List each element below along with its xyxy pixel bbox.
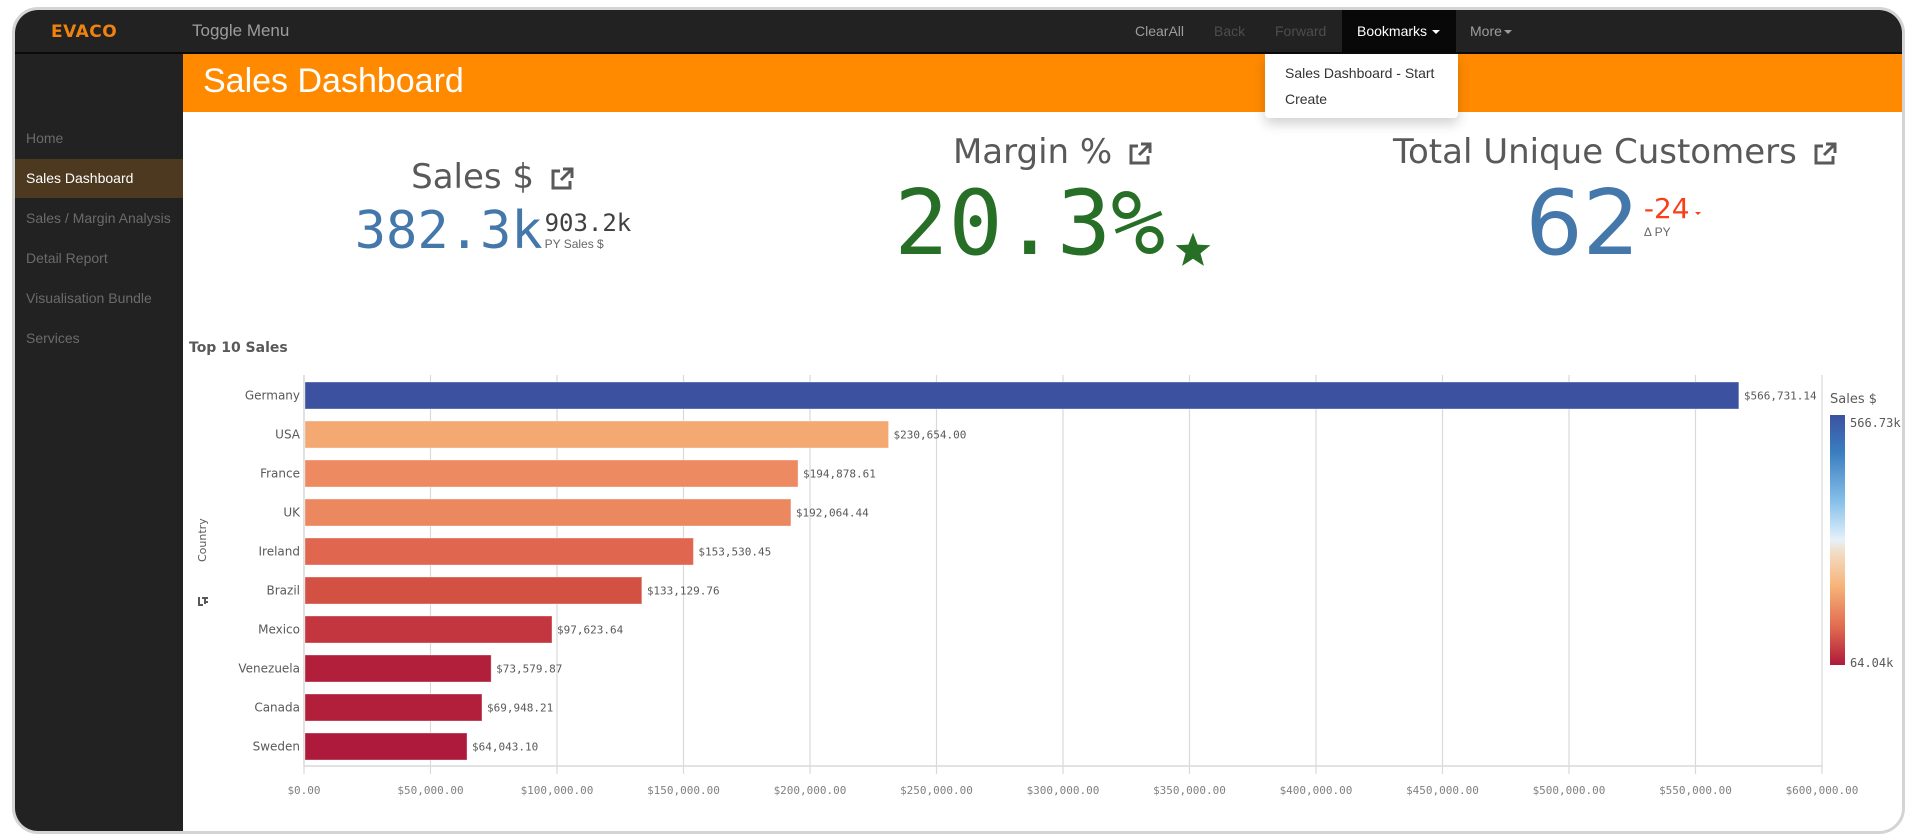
- clear-all-button[interactable]: ClearAll: [1135, 10, 1184, 52]
- kpi-unique-customers[interactable]: Total Unique Customers 62 -24 Δ PY: [1393, 132, 1837, 276]
- bar-germany[interactable]: [304, 381, 1740, 410]
- sidebar-item-detail-report[interactable]: Detail Report: [15, 239, 183, 278]
- star-icon: [1175, 232, 1211, 266]
- chart-title: Top 10 Sales: [189, 340, 288, 356]
- more-menu-button[interactable]: More: [1470, 10, 1512, 52]
- external-link-icon[interactable]: [1812, 141, 1838, 167]
- bar-usa[interactable]: [304, 420, 890, 449]
- kpi-customers-value: 62: [1525, 171, 1640, 276]
- external-link-icon[interactable]: [1127, 141, 1153, 167]
- kpi-sales-value: 382.3k: [354, 201, 543, 261]
- back-label: Back: [1214, 23, 1246, 39]
- kpi-margin-values: 20.3%: [883, 172, 1223, 276]
- clear-all-label: ClearAll: [1135, 23, 1185, 39]
- back-button[interactable]: Back: [1214, 10, 1245, 52]
- sidebar: Home Sales Dashboard Sales / Margin Anal…: [15, 54, 183, 831]
- kpi-margin[interactable]: Margin % 20.3%: [883, 132, 1223, 276]
- kpi-sales-title-text: Sales $: [411, 157, 535, 197]
- sidebar-item-sales-dashboard[interactable]: Sales Dashboard: [15, 159, 183, 198]
- sidebar-item-sales-margin-analysis[interactable]: Sales / Margin Analysis: [15, 199, 183, 238]
- toggle-menu-button[interactable]: Toggle Menu: [192, 21, 289, 41]
- bookmarks-menu-button[interactable]: Bookmarks: [1342, 10, 1456, 52]
- sidebar-item-visualisation-bundle[interactable]: Visualisation Bundle: [15, 279, 183, 318]
- more-label: More: [1470, 23, 1502, 39]
- kpi-customers-title-text: Total Unique Customers: [1393, 132, 1797, 172]
- trend-down-icon: [1694, 212, 1701, 215]
- evaco-logo[interactable]: EVACO: [51, 22, 117, 42]
- forward-label: Forward: [1275, 23, 1327, 39]
- kpi-margin-title: Margin %: [883, 132, 1223, 172]
- sidebar-item-home[interactable]: Home: [15, 119, 183, 158]
- bar-sweden[interactable]: [304, 732, 468, 761]
- kpi-customers-values: 62 -24 Δ PY: [1393, 172, 1833, 276]
- kpi-customers-title: Total Unique Customers: [1393, 132, 1837, 172]
- kpi-sales-secondary: 903.2k PY Sales $: [545, 209, 632, 251]
- kpi-sales[interactable]: Sales $ 382.3k 903.2k PY Sales $: [333, 157, 653, 261]
- bar-france[interactable]: [304, 459, 799, 488]
- kpi-customers-delta-label: Δ PY: [1643, 225, 1671, 239]
- external-link-icon[interactable]: [549, 166, 575, 192]
- bar-uk[interactable]: [304, 498, 792, 527]
- kpi-margin-title-text: Margin %: [952, 132, 1113, 172]
- kpi-margin-value: 20.3%: [894, 171, 1166, 276]
- bar-canada[interactable]: [304, 693, 483, 722]
- kpi-sales-title: Sales $: [333, 157, 653, 197]
- kpi-sales-py-label: PY Sales $: [544, 237, 604, 251]
- kpi-sales-values: 382.3k 903.2k PY Sales $: [333, 201, 653, 261]
- page-title-bar: Sales Dashboard: [183, 54, 1902, 112]
- sidebar-item-services[interactable]: Services: [15, 319, 183, 358]
- page-title: Sales Dashboard: [203, 62, 464, 100]
- bar-mexico[interactable]: [304, 615, 553, 644]
- bar-ireland[interactable]: [304, 537, 694, 566]
- bookmark-create-item[interactable]: Create: [1265, 86, 1458, 112]
- app-window: EVACO Toggle Menu ClearAll Back Forward …: [12, 7, 1905, 834]
- top-navbar: EVACO Toggle Menu ClearAll Back Forward …: [15, 10, 1902, 54]
- bar-venezuela[interactable]: [304, 654, 492, 683]
- bookmark-item-sales-dashboard-start[interactable]: Sales Dashboard - Start: [1265, 60, 1458, 86]
- kpi-customers-delta: -24: [1643, 192, 1690, 225]
- caret-down-icon: [1503, 30, 1512, 35]
- bookmarks-label: Bookmarks: [1357, 23, 1428, 39]
- caret-down-icon: [1432, 30, 1441, 35]
- forward-button[interactable]: Forward: [1275, 10, 1326, 52]
- kpi-customers-secondary: -24 Δ PY: [1644, 192, 1701, 239]
- kpi-sales-py-value: 903.2k: [544, 209, 632, 237]
- bar-brazil[interactable]: [304, 576, 643, 605]
- bookmarks-dropdown-menu: Sales Dashboard - Start Create: [1265, 54, 1458, 118]
